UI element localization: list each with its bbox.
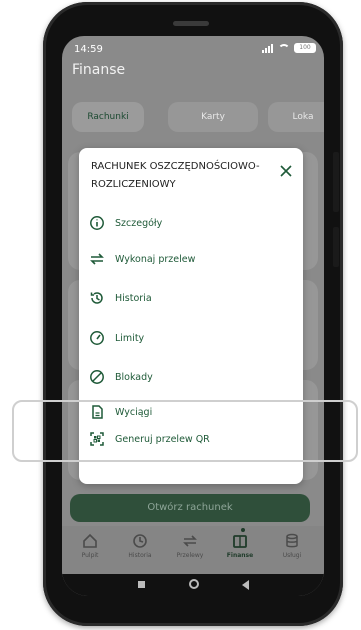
nav-label: Historia [128, 552, 152, 559]
block-icon [90, 370, 104, 384]
nav-label: Przelewy [176, 552, 204, 559]
history-icon [133, 534, 147, 548]
tab-rachunki[interactable]: Rachunki [72, 102, 144, 132]
home-icon [83, 533, 97, 548]
tab-lokaty[interactable]: Loka [268, 102, 324, 132]
tab-bar: Rachunki Karty Loka [62, 102, 324, 142]
nav-uslugi[interactable]: Usługi [268, 532, 316, 559]
database-icon [286, 533, 298, 548]
page-title: Finanse [72, 62, 126, 78]
system-nav-bar [62, 574, 324, 596]
tab-karty[interactable]: Karty [168, 102, 258, 132]
battery-icon: 100 [294, 43, 316, 53]
menu-item-label: Szczegóły [115, 217, 163, 229]
back-button[interactable] [242, 580, 249, 590]
screenshot-stage: 14:59 100 Finanse Rachunki Karty Loka Ot… [0, 0, 361, 630]
nav-finanse[interactable]: Finanse [216, 532, 264, 559]
nav-historia[interactable]: Historia [116, 532, 164, 559]
menu-item-historia[interactable]: Historia [89, 287, 289, 309]
nav-label: Usługi [282, 552, 302, 559]
nav-pulpit[interactable]: Pulpit [66, 532, 114, 559]
modal-title: RACHUNEK OSZCZĘDNOŚCIOWO-ROZLICZENIOWY [91, 161, 260, 190]
status-bar: 14:59 100 [62, 36, 324, 58]
limits-icon [90, 331, 104, 345]
menu-item-label: Historia [115, 292, 152, 304]
menu-item-szczegoly[interactable]: Szczegóły [89, 212, 289, 234]
nav-label: Finanse [226, 552, 254, 559]
wifi-icon [278, 43, 290, 53]
menu-item-blokady[interactable]: Blokady [89, 366, 289, 388]
highlight-frame [12, 400, 358, 462]
menu-item-label: Wykonaj przelew [115, 253, 196, 265]
status-icons: 100 [262, 43, 316, 53]
wallet-icon [233, 535, 247, 548]
open-account-button[interactable]: Otwórz rachunek [70, 494, 310, 522]
menu-item-label: Blokady [115, 371, 153, 383]
phone-speaker [173, 21, 209, 26]
menu-item-label: Limity [115, 332, 145, 344]
history-icon [90, 292, 103, 304]
recent-apps-button[interactable] [138, 581, 145, 588]
info-icon [90, 216, 104, 230]
nav-przelewy[interactable]: Przelewy [166, 532, 214, 559]
signal-icon [262, 43, 274, 53]
home-button[interactable] [189, 579, 199, 589]
nav-label: Pulpit [81, 552, 99, 559]
volume-button [333, 227, 339, 267]
transfer-icon [183, 535, 197, 547]
menu-item-wykonaj-przelew[interactable]: Wykonaj przelew [89, 248, 289, 270]
transfer-icon [90, 253, 104, 265]
menu-item-limity[interactable]: Limity [89, 327, 289, 349]
close-icon[interactable] [279, 164, 293, 178]
power-button [333, 152, 339, 212]
status-time: 14:59 [74, 44, 103, 55]
